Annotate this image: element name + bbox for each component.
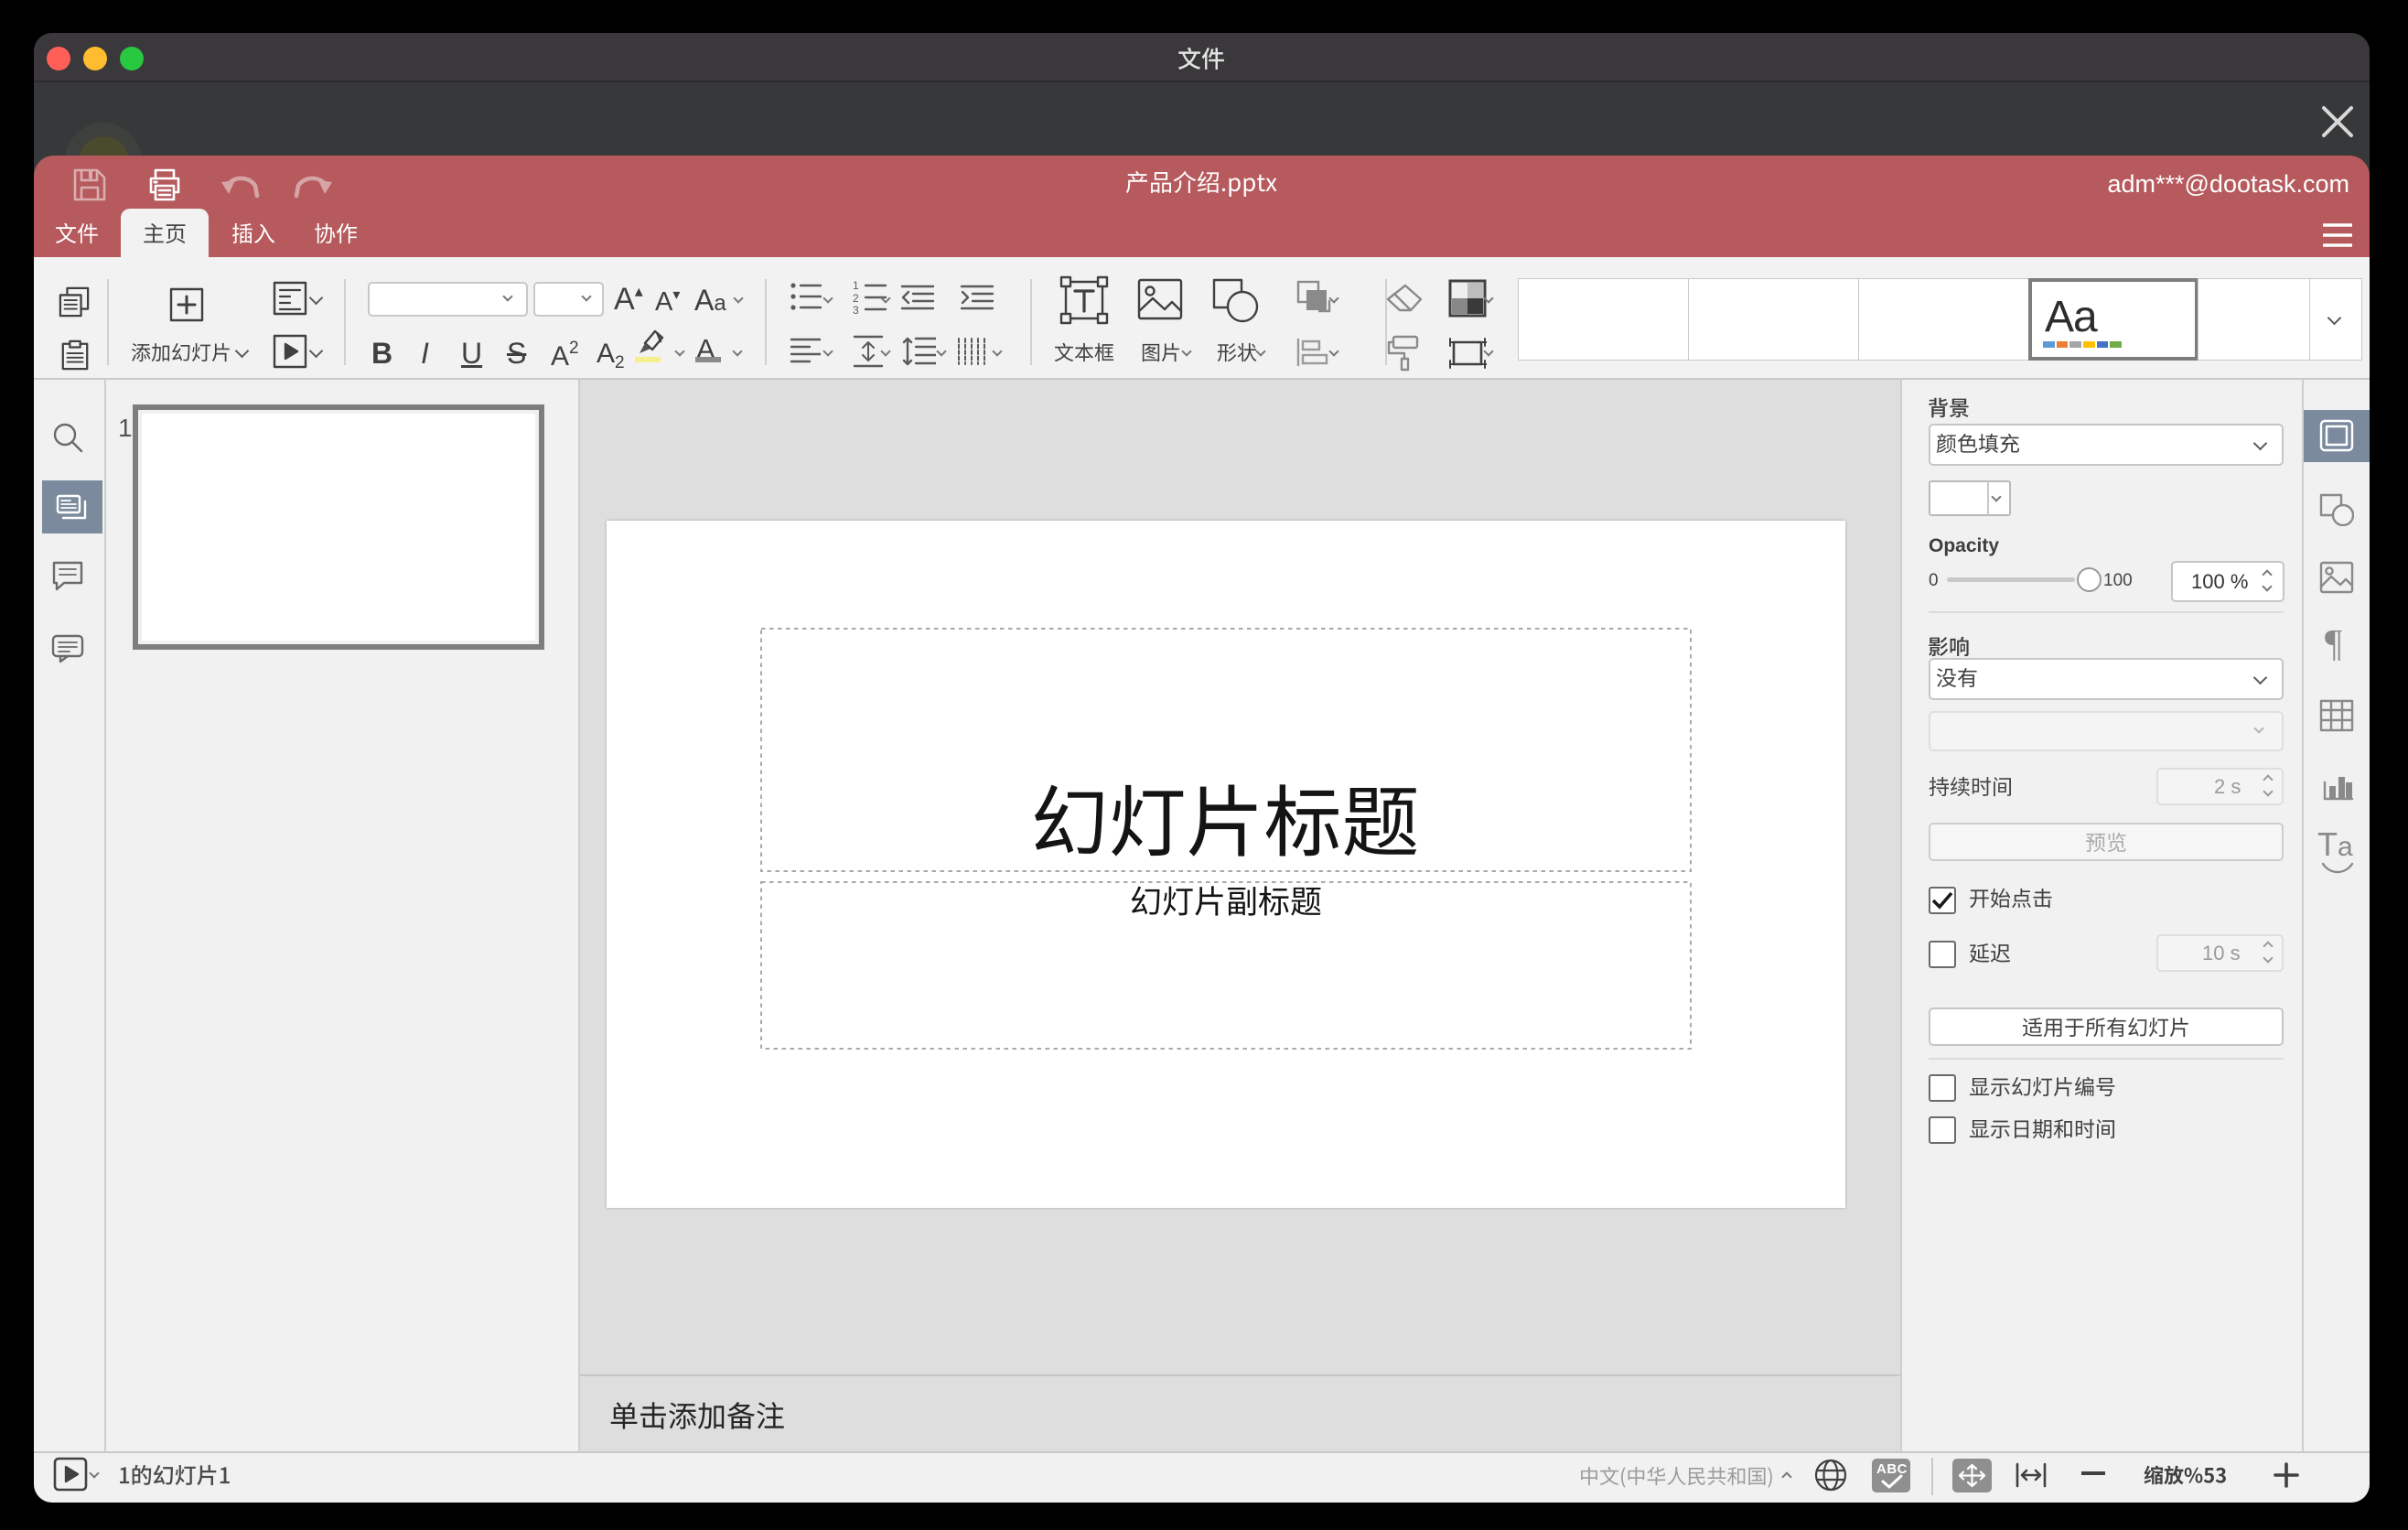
svg-text:2: 2 — [853, 292, 859, 305]
svg-text:3: 3 — [853, 304, 859, 315]
svg-text:1: 1 — [853, 280, 859, 292]
